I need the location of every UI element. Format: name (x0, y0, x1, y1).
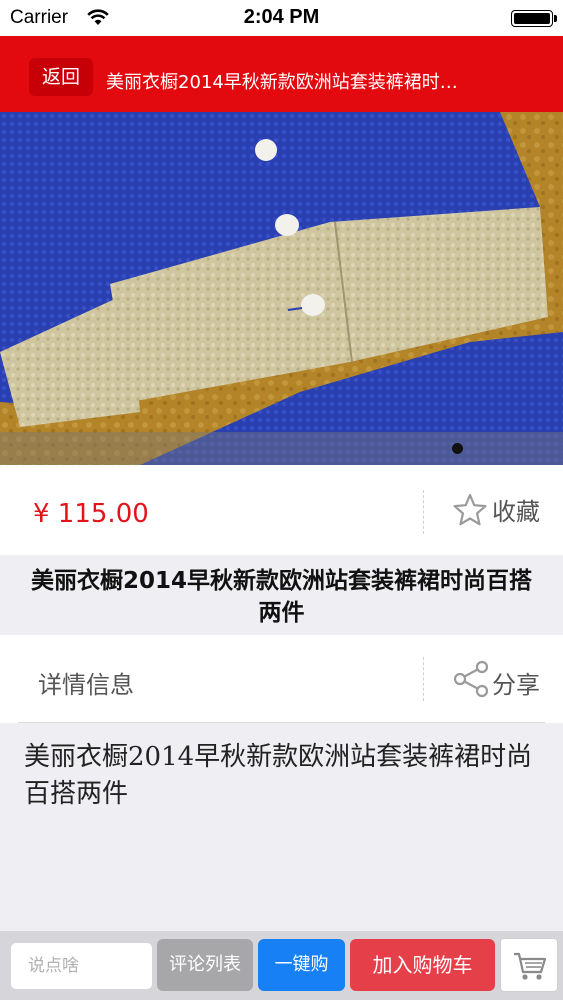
shopping-cart-icon (514, 952, 547, 980)
clock: 2:04 PM (243, 6, 320, 28)
buy-now-button[interactable]: 一键购 (258, 939, 345, 991)
bottom-action-bar: 评论列表 一键购 加入购物车 (0, 931, 563, 1000)
details-row: 详情信息 分享 (0, 635, 563, 723)
share-button[interactable]: 分享 (492, 665, 540, 700)
product-image (0, 112, 563, 465)
favorite-button[interactable]: 收藏 (492, 492, 540, 527)
battery-icon (511, 10, 557, 27)
star-outline-icon[interactable] (452, 492, 488, 532)
page-indicator-bar (0, 432, 563, 465)
add-to-cart-button[interactable]: 加入购物车 (350, 939, 495, 991)
details-heading: 详情信息 (38, 671, 134, 699)
page-title: 美丽衣橱2014早秋新款欧洲站套装裤裙时… (106, 72, 458, 93)
reviews-list-button[interactable]: 评论列表 (157, 939, 253, 991)
product-price: ¥ 115.00 (33, 499, 149, 529)
navigation-bar: 返回 美丽衣橱2014早秋新款欧洲站套装裤裙时… (0, 36, 563, 112)
shopping-cart-button[interactable] (500, 938, 558, 992)
product-image-gallery[interactable] (0, 112, 563, 465)
share-icon[interactable] (452, 660, 490, 702)
price-row: ¥ 115.00 收藏 (0, 465, 563, 555)
divider (423, 657, 424, 701)
page-indicator-dot[interactable] (452, 443, 463, 454)
product-title: 美丽衣橱2014早秋新款欧洲站套装裤裙时尚百搭两件 (30, 568, 532, 626)
divider (423, 490, 424, 534)
comment-input[interactable] (11, 943, 152, 989)
product-description-section: 美丽衣橱2014早秋新款欧洲站套装裤裙时尚百搭两件 (0, 723, 563, 931)
product-description: 美丽衣橱2014早秋新款欧洲站套装裤裙时尚百搭两件 (24, 742, 533, 809)
product-title-section: 美丽衣橱2014早秋新款欧洲站套装裤裙时尚百搭两件 (0, 555, 563, 635)
status-bar: Carrier 2:04 PM (0, 0, 563, 36)
back-button[interactable]: 返回 (29, 58, 93, 96)
